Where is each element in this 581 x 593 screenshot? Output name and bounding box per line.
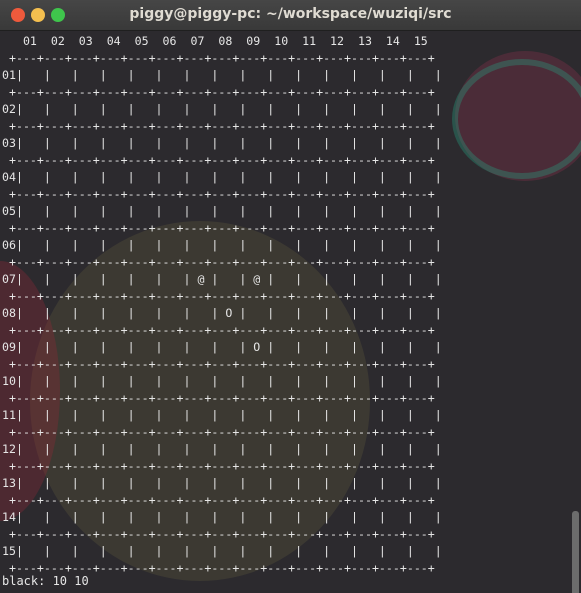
wallpaper-shape [452,59,581,179]
terminal-window: piggy@piggy-pc: ~/workspace/wuziqi/src 0… [0,0,581,593]
title-bar[interactable]: piggy@piggy-pc: ~/workspace/wuziqi/src [0,0,581,31]
gomoku-board: 01 02 03 04 05 06 07 08 09 10 11 12 13 1… [2,34,442,575]
input-prompt[interactable]: black: 10 10 [2,573,89,590]
wallpaper-shape [455,51,581,181]
window-title: piggy@piggy-pc: ~/workspace/wuziqi/src [129,6,452,22]
terminal-area[interactable]: 01 02 03 04 05 06 07 08 09 10 11 12 13 1… [0,31,581,593]
scrollbar[interactable] [572,511,579,593]
